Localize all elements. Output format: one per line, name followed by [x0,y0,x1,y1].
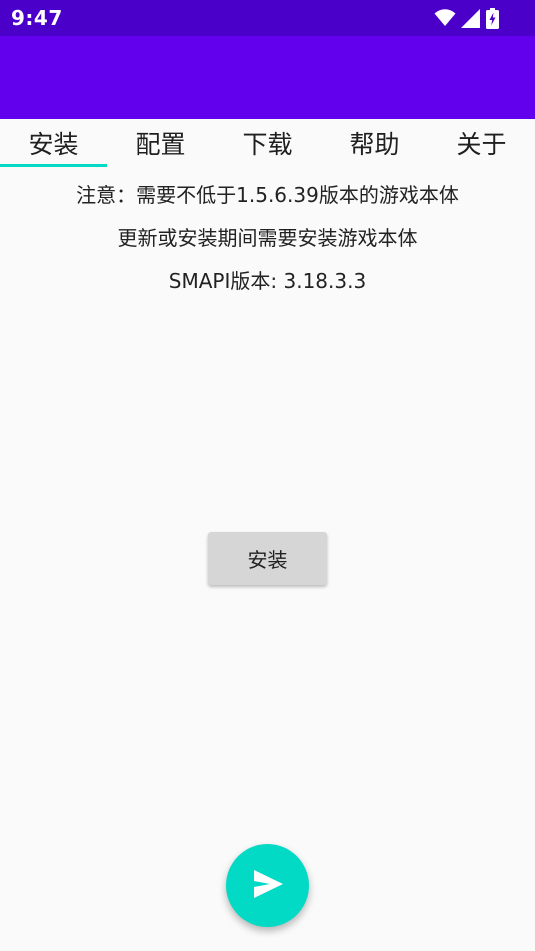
app-bar [0,36,535,119]
version-requirement-notice: 注意：需要不低于1.5.6.39版本的游戏本体 [76,183,459,207]
tab-label: 安装 [28,130,79,159]
status-bar: 9:47 [0,0,535,36]
status-icons [434,7,499,29]
tab-label: 关于 [456,130,507,159]
tab-install[interactable]: 安装 [0,119,107,167]
send-icon [252,869,284,903]
tab-download[interactable]: 下载 [214,119,321,167]
install-button[interactable]: 安装 [208,532,327,585]
install-requirement-notice: 更新或安装期间需要安装游戏本体 [117,226,418,250]
status-time: 9:47 [11,6,63,30]
install-content: 注意：需要不低于1.5.6.39版本的游戏本体 更新或安装期间需要安装游戏本体 … [0,167,535,303]
wifi-icon [434,9,456,27]
tab-help[interactable]: 帮助 [321,119,428,167]
battery-charging-icon [486,7,499,29]
tab-label: 帮助 [349,130,400,159]
send-fab[interactable] [226,844,309,927]
tab-about[interactable]: 关于 [428,119,535,167]
tab-label: 配置 [135,130,186,159]
cellular-signal-icon [461,8,481,28]
tab-bar: 安装 配置 下载 帮助 关于 [0,119,535,167]
screen: 9:47 安装 配置 下载 帮助 关于 注意：需要不低于1.5.6.39版本的游… [0,0,535,951]
tab-config[interactable]: 配置 [107,119,214,167]
smapi-version-text: SMAPI版本: 3.18.3.3 [168,269,367,293]
tab-label: 下载 [242,130,293,159]
